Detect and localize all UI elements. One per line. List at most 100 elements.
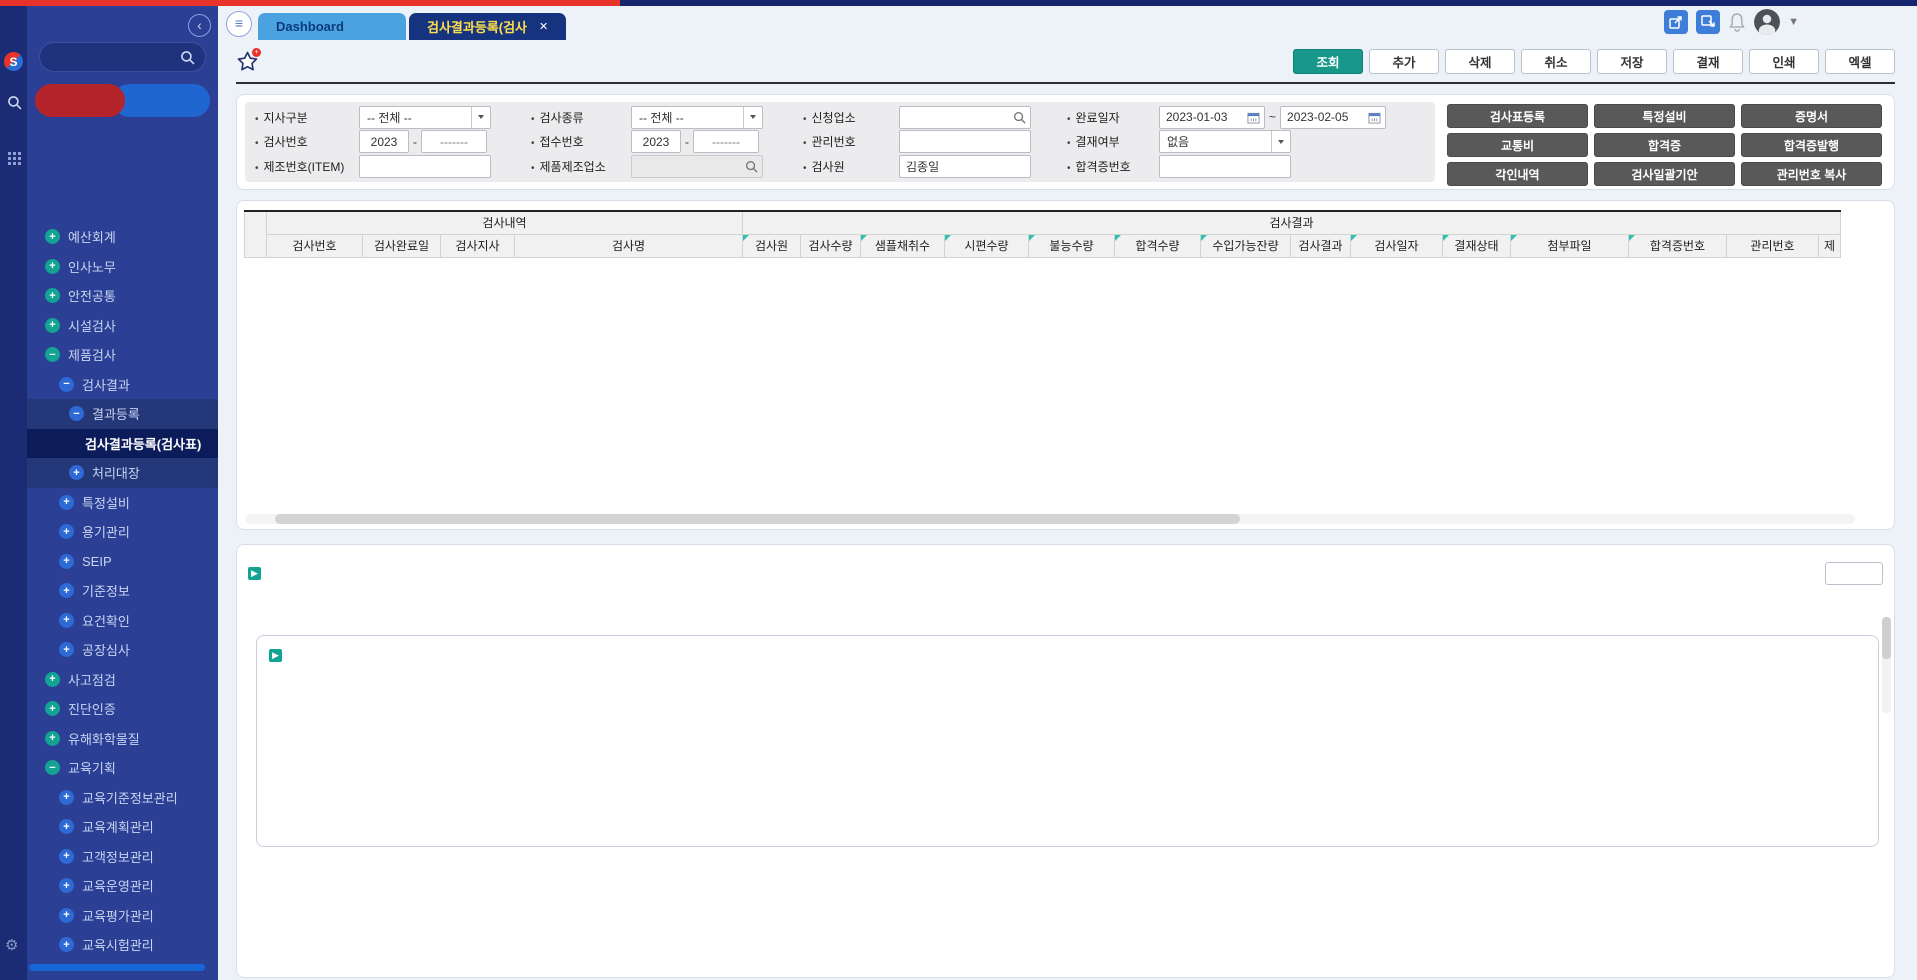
sidebar-item-label: 제품검사 [68, 345, 116, 364]
avatar[interactable] [1754, 9, 1780, 35]
sidebar-item[interactable]: +진단인증 [27, 694, 218, 724]
action-button-인쇄[interactable]: 인쇄 [1749, 49, 1819, 74]
save-button[interactable] [1825, 562, 1883, 585]
calendar-icon[interactable] [1247, 111, 1260, 124]
filter-input[interactable] [899, 155, 1031, 178]
select-dropdown[interactable]: -- 전체 -- [631, 106, 763, 129]
vertical-scrollbar[interactable] [1882, 617, 1891, 713]
sidebar-item[interactable]: +교육시험관리 [27, 930, 218, 960]
action-button-결재[interactable]: 결재 [1673, 49, 1743, 74]
sidebar-item[interactable]: +사고점검 [27, 665, 218, 695]
year-input[interactable] [631, 130, 681, 153]
quick-button-관리번호 복사[interactable]: 관리번호 복사 [1741, 162, 1882, 186]
sidebar-item[interactable]: +인사노무 [27, 252, 218, 282]
sidebar-item[interactable]: +유해화학물질 [27, 724, 218, 754]
bell-icon[interactable] [1728, 12, 1746, 33]
horizontal-scrollbar[interactable] [245, 514, 1855, 524]
sidebar-item[interactable]: +시설검사 [27, 311, 218, 341]
sidebar-item[interactable]: +예산회계 [27, 222, 218, 252]
quick-button-합격증[interactable]: 합격증 [1594, 133, 1735, 157]
sidebar-item[interactable]: +용기관리 [27, 517, 218, 547]
menu-search[interactable] [39, 42, 206, 72]
sidebar-item[interactable]: +안전공통 [27, 281, 218, 311]
scrollbar-thumb[interactable] [275, 514, 1240, 524]
sidebar-item[interactable]: +교육운영관리 [27, 871, 218, 901]
filter-field [359, 155, 531, 178]
hamburger-menu-icon[interactable]: ≡ [226, 11, 252, 37]
sidebar-item[interactable]: +요건확인 [27, 606, 218, 636]
action-button-저장[interactable]: 저장 [1597, 49, 1667, 74]
app-grid-icon[interactable] [6, 150, 22, 166]
action-button-취소[interactable]: 취소 [1521, 49, 1591, 74]
sidebar-item[interactable]: −교육기획 [27, 753, 218, 783]
quick-button-증명서[interactable]: 증명서 [1741, 104, 1882, 128]
sidebar-item-label: 기준정보 [82, 581, 130, 600]
filter-field [631, 155, 803, 178]
settings-gear-icon[interactable]: ⚙ [5, 936, 18, 954]
sidebar-main: ‹ +예산회계+인사노무+안전공통+시설검사−제품검사−검사결과−결과등록검사결… [27, 6, 218, 980]
calendar-icon[interactable] [1368, 111, 1381, 124]
sidebar-item[interactable]: +처리대장 [27, 458, 218, 488]
sidebar-item-label: 사고점검 [68, 670, 116, 689]
filter-input[interactable] [1159, 155, 1291, 178]
sidebar-item[interactable]: 검사결과등록(검사표) [27, 429, 218, 459]
search-icon[interactable] [180, 50, 195, 65]
filter-field: -- 전체 -- [631, 106, 803, 129]
filter-field: 없음 [1159, 130, 1425, 153]
search-input[interactable] [631, 155, 763, 178]
sidebar-item[interactable]: +교육계획관리 [27, 812, 218, 842]
action-button-추가[interactable]: 추가 [1369, 49, 1439, 74]
quick-button-검사일괄기안[interactable]: 검사일괄기안 [1594, 162, 1735, 186]
minus-icon: − [45, 760, 60, 775]
collapse-sidebar-button[interactable]: ‹ [188, 14, 211, 37]
filter-input[interactable] [359, 155, 491, 178]
select-dropdown[interactable]: 없음 [1159, 130, 1291, 153]
action-button-삭제[interactable]: 삭제 [1445, 49, 1515, 74]
sidebar-scrollbar[interactable] [29, 964, 205, 971]
search-icon[interactable] [745, 160, 758, 173]
quick-button-검사표등록[interactable]: 검사표등록 [1447, 104, 1588, 128]
column-header: 시편수량 [945, 234, 1029, 257]
all-menu-button[interactable] [35, 84, 125, 117]
quick-button-각인내역[interactable]: 각인내역 [1447, 162, 1588, 186]
chevron-down-icon[interactable]: ▼ [1788, 16, 1799, 28]
my-menu-button[interactable] [113, 84, 211, 117]
sidebar-item[interactable]: +특정설비 [27, 488, 218, 518]
select-dropdown[interactable]: -- 전체 -- [359, 106, 491, 129]
popup-window-icon[interactable] [1664, 10, 1688, 34]
sidebar-item[interactable]: +고객정보관리 [27, 842, 218, 872]
filter-field [1159, 155, 1425, 178]
sidebar-item[interactable]: −검사결과 [27, 370, 218, 400]
filter-input[interactable] [899, 130, 1031, 153]
search-icon[interactable] [1013, 111, 1026, 124]
menu-search-input[interactable] [50, 50, 180, 64]
quick-button-합격증발행[interactable]: 합격증발행 [1741, 133, 1882, 157]
sidebar-item[interactable]: −결과등록 [27, 399, 218, 429]
sidebar-item[interactable]: +공장심사 [27, 635, 218, 665]
results-panel: 검사내역검사결과검사번호검사완료일검사지사검사명검사원검사수량샘플채취수시편수량… [236, 200, 1895, 530]
search-input[interactable] [899, 106, 1031, 129]
close-icon[interactable]: ✕ [539, 20, 548, 33]
tab-active-page[interactable]: 검사결과등록(검사✕ [409, 13, 566, 40]
favorite-star-icon[interactable]: + [236, 50, 259, 73]
serial-input[interactable] [693, 130, 759, 153]
filter-label: 지사구분 [255, 109, 359, 126]
sidebar-item[interactable]: +SEIP [27, 547, 218, 577]
sidebar-item[interactable]: +교육평가관리 [27, 901, 218, 931]
sidebar-item[interactable]: −제품검사 [27, 340, 218, 370]
sidebar-item[interactable]: +기준정보 [27, 576, 218, 606]
year-input[interactable] [359, 130, 409, 153]
sidebar-item[interactable]: +교육기준정보관리 [27, 783, 218, 813]
quick-button-특정설비[interactable]: 특정설비 [1594, 104, 1735, 128]
quick-button-교통비[interactable]: 교통비 [1447, 133, 1588, 157]
action-button-조회[interactable]: 조회 [1293, 49, 1363, 74]
tab-label: Dashboard [276, 19, 344, 34]
open-external-icon[interactable] [1696, 10, 1720, 34]
scrollbar-thumb[interactable] [1882, 617, 1891, 659]
search-icon[interactable] [6, 94, 22, 110]
sidebar-item-label: 결과등록 [92, 404, 140, 423]
serial-input[interactable] [421, 130, 487, 153]
open-tabs: Dashboard 검사결과등록(검사✕ [258, 13, 569, 40]
tab-dashboard[interactable]: Dashboard [258, 13, 406, 40]
action-button-엑셀[interactable]: 엑셀 [1825, 49, 1895, 74]
